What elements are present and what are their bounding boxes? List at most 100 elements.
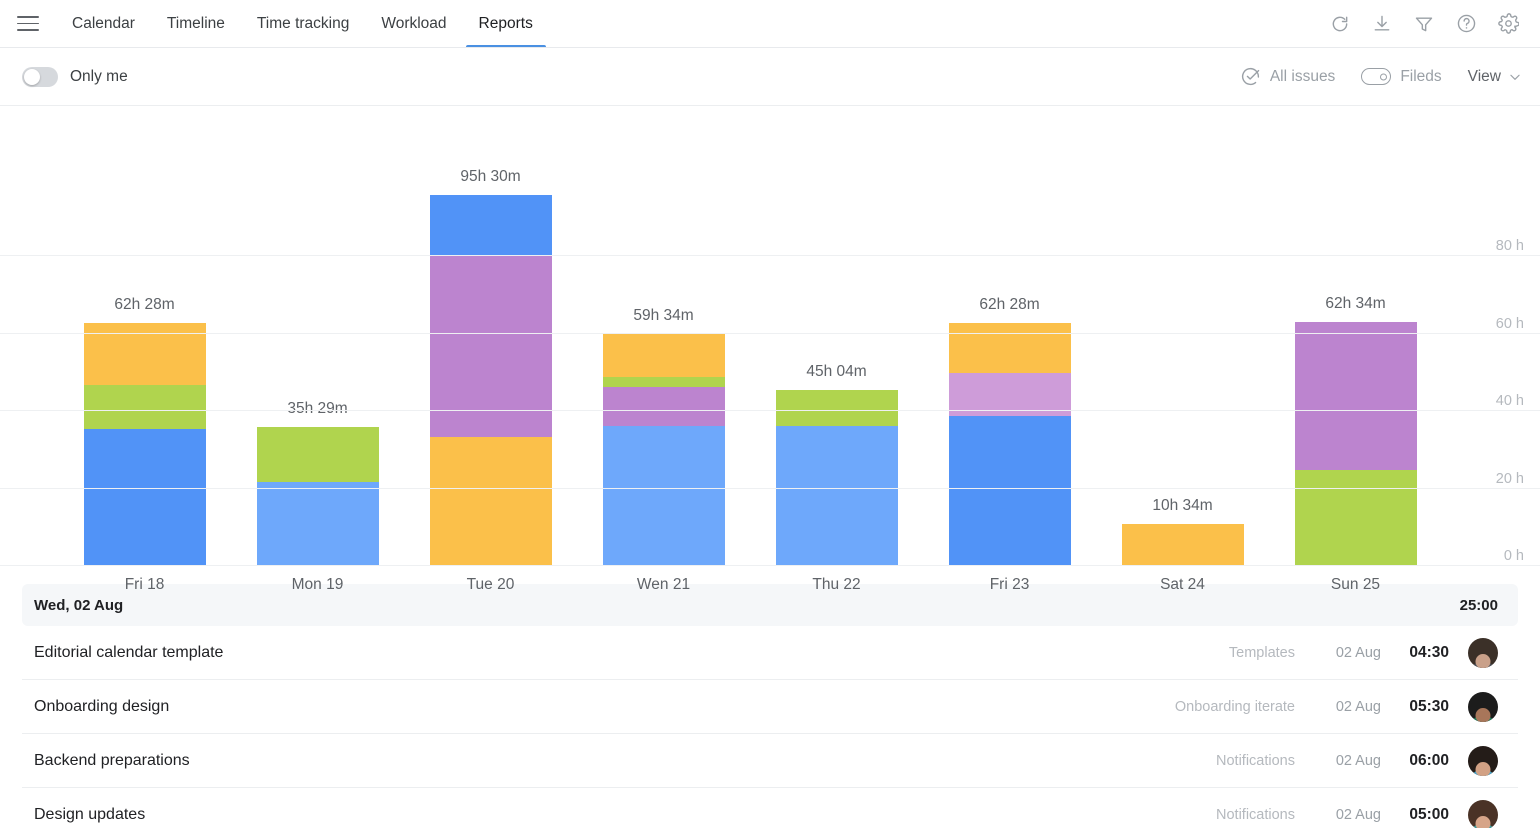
chart-gridline <box>0 487 1540 489</box>
nav-tab-timeline[interactable]: Timeline <box>154 0 238 47</box>
chart-x-tick-label: Fri 18 <box>124 576 165 593</box>
chart-bar[interactable] <box>775 390 898 565</box>
chart-bar-segment[interactable] <box>775 390 898 426</box>
fields-label: Fileds <box>1400 67 1442 85</box>
task-meta: Onboarding iterate 02 Aug 05:30 <box>1175 691 1498 722</box>
time-report-chart: 62h 28m 35h 29m 95h 30m 59h 34m 45h 04m 62h 2… <box>0 106 1540 593</box>
hamburger-menu-icon[interactable] <box>0 0 56 47</box>
chart-y-tick-label: 0 h <box>1503 548 1524 564</box>
task-date: 02 Aug <box>1335 644 1381 661</box>
chart-bar-segment[interactable] <box>775 425 898 565</box>
chart-bar-total-label: 62h 28m <box>979 295 1040 313</box>
table-row[interactable]: Backend preparations Notifications 02 Aug 0… <box>22 734 1518 788</box>
chart-x-tick-label: Sat 24 <box>1160 576 1205 593</box>
top-navigation-bar: Calendar Timeline Time tracking Workload Rep… <box>0 0 1540 48</box>
refresh-icon[interactable] <box>1328 12 1352 36</box>
view-label: View <box>1467 67 1501 85</box>
avatar[interactable] <box>1468 691 1498 722</box>
avatar[interactable] <box>1468 637 1498 668</box>
table-row[interactable]: Onboarding design Onboarding iterate 02 Au… <box>22 680 1518 734</box>
chart-bar-total-label: 95h 30m <box>460 167 521 185</box>
nav-tabs: Calendar Timeline Time tracking Workload Rep… <box>56 0 549 47</box>
avatar[interactable] <box>1468 799 1498 828</box>
task-duration: 06:00 <box>1409 751 1449 769</box>
chart-bar-segment[interactable] <box>1294 470 1417 565</box>
nav-tab-workload[interactable]: Workload <box>368 0 459 47</box>
chart-bar-segment[interactable] <box>429 194 552 255</box>
chart-bar[interactable] <box>1121 524 1244 565</box>
chart-bar-segment[interactable] <box>256 481 379 565</box>
filters-toolbar: Only me All issues Fileds View <box>0 48 1540 106</box>
table-row[interactable]: Design updates Notifications 02 Aug 05:00 <box>22 788 1518 828</box>
only-me-toggle[interactable]: Only me <box>22 66 128 87</box>
chart-bar-segment[interactable] <box>602 425 725 565</box>
list-rows: Editorial calendar template Templates 02 A… <box>22 626 1518 828</box>
chart-bar-segment[interactable] <box>429 437 552 565</box>
filter-icon[interactable] <box>1412 12 1436 36</box>
task-project-tag[interactable]: Notifications <box>1216 807 1295 823</box>
chart-gridline <box>0 565 1540 566</box>
chart-bar-total-label: 45h 04m <box>806 363 867 381</box>
chart-gridline <box>0 255 1540 256</box>
chart-bar-segment[interactable] <box>602 377 725 387</box>
view-dropdown[interactable]: View <box>1468 68 1522 86</box>
chart-bar-segment[interactable] <box>1121 524 1244 565</box>
chart-bar-segment[interactable] <box>83 384 206 430</box>
chart-bar[interactable] <box>602 334 725 565</box>
chart-bar[interactable] <box>948 322 1071 565</box>
task-project-tag[interactable]: Onboarding iterate <box>1175 699 1295 715</box>
settings-icon[interactable] <box>1496 12 1520 36</box>
table-row[interactable]: Editorial calendar template Templates 02 A… <box>22 626 1518 680</box>
chart-bar-segment[interactable] <box>602 334 725 378</box>
chart-x-tick-label: Fri 23 <box>989 576 1030 593</box>
fields-toggle[interactable]: Fileds <box>1361 67 1442 86</box>
task-meta: Notifications 02 Aug 06:00 <box>1216 745 1498 776</box>
chart-bar[interactable] <box>256 427 379 565</box>
chart-bar-total-label: 10h 34m <box>1152 497 1213 515</box>
task-project-tag[interactable]: Notifications <box>1216 753 1295 769</box>
only-me-label: Only me <box>70 67 128 85</box>
time-entries-list: Wed, 02 Aug 25:00 Editorial calendar tem… <box>0 584 1540 828</box>
only-me-switch[interactable] <box>22 66 58 87</box>
chart-bar-segment[interactable] <box>948 415 1071 565</box>
download-icon[interactable] <box>1370 12 1394 36</box>
task-project-tag[interactable]: Templates <box>1229 645 1295 661</box>
task-duration: 05:30 <box>1409 697 1449 715</box>
chart-plot-area: 62h 28m 35h 29m 95h 30m 59h 34m 45h 04m 62h 2… <box>0 168 1540 566</box>
nav-tab-time-tracking[interactable]: Time tracking <box>244 0 362 47</box>
nav-tab-calendar[interactable]: Calendar <box>59 0 148 47</box>
chart-x-tick-label: Mon 19 <box>291 576 344 593</box>
chart-bars-layer: 62h 28m 35h 29m 95h 30m 59h 34m 45h 04m 62h 2… <box>0 168 1540 565</box>
task-title: Design updates <box>34 805 146 823</box>
chart-bar-segment[interactable] <box>602 386 725 426</box>
help-icon[interactable] <box>1454 12 1478 36</box>
task-duration: 04:30 <box>1409 643 1449 661</box>
chevron-down-icon <box>1508 70 1522 84</box>
chart-x-tick-label: Wen 21 <box>636 576 691 593</box>
task-title: Onboarding design <box>34 697 170 715</box>
chart-bar-segment[interactable] <box>83 429 206 565</box>
task-date: 02 Aug <box>1335 806 1381 823</box>
chart-bar-segment[interactable] <box>948 322 1071 374</box>
task-title: Backend preparations <box>34 751 190 769</box>
chart-x-axis-labels: Fri 18 Mon 19 Tue 20 Wen 21 Thu 22 Fri 23 Sat … <box>0 576 1540 602</box>
chart-y-tick-label: 80 h <box>1495 238 1524 254</box>
chart-bar-segment[interactable] <box>256 427 379 482</box>
toolbar-right-group: All issues Fileds View <box>1240 66 1522 87</box>
chart-bar[interactable] <box>429 194 552 565</box>
chart-y-tick-label: 40 h <box>1495 393 1524 409</box>
chart-bar[interactable] <box>1294 322 1417 565</box>
chart-bar-segment[interactable] <box>1294 322 1417 471</box>
chart-bar[interactable] <box>83 322 206 565</box>
nav-tab-reports[interactable]: Reports <box>465 0 547 47</box>
chart-x-tick-label: Sun 25 <box>1330 576 1381 593</box>
fields-switch[interactable] <box>1361 68 1392 85</box>
chart-x-tick-label: Tue 20 <box>466 576 515 593</box>
avatar[interactable] <box>1468 745 1498 776</box>
all-issues-button[interactable]: All issues <box>1240 66 1335 87</box>
chart-x-tick-label: Thu 22 <box>812 576 861 593</box>
chart-bar-total-label: 59h 34m <box>633 307 694 325</box>
task-date: 02 Aug <box>1335 698 1381 715</box>
chart-y-tick-label: 60 h <box>1495 315 1524 332</box>
check-circle-icon <box>1240 66 1261 87</box>
